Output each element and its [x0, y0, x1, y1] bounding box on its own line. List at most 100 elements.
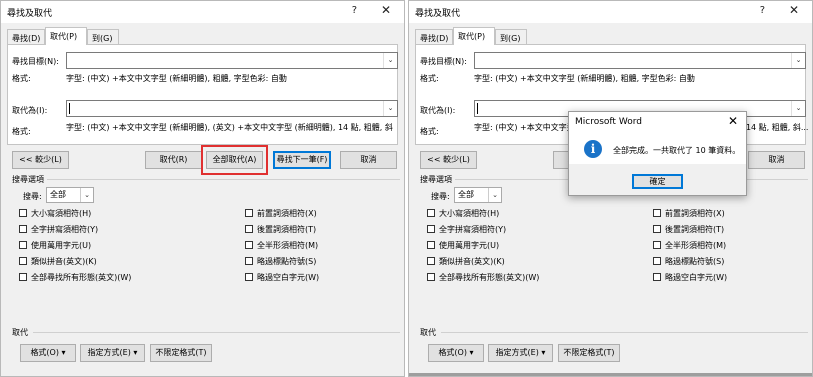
option-checkbox[interactable] — [245, 209, 253, 217]
option-checkbox[interactable] — [653, 257, 661, 265]
chevron-down-icon[interactable]: ⌄ — [383, 101, 397, 116]
option-label[interactable]: 全半形須相符(M) — [665, 240, 726, 251]
divider — [47, 179, 400, 180]
format-button[interactable]: 格式(O) ▾ — [428, 344, 484, 362]
replace-label: 取代為(I): — [420, 106, 456, 115]
option-checkbox[interactable] — [427, 273, 435, 281]
search-direction-select[interactable]: 全部 ⌄ — [46, 187, 94, 203]
option-checkbox[interactable] — [19, 241, 27, 249]
option-label[interactable]: 全字拼寫須相符(Y) — [31, 224, 98, 235]
search-options-title: 搜尋選項 — [12, 175, 44, 184]
close-icon[interactable]: ✕ — [728, 114, 738, 128]
replace-section-title: 取代 — [420, 328, 436, 337]
option-checkbox[interactable] — [245, 273, 253, 281]
chevron-down-icon[interactable]: ⌄ — [791, 53, 805, 68]
divider — [33, 332, 400, 333]
option-label[interactable]: 略過標點符號(S) — [665, 256, 724, 267]
highlight-box — [201, 145, 268, 175]
option-checkbox[interactable] — [245, 225, 253, 233]
no-formatting-button[interactable]: 不限定格式(T) — [150, 344, 212, 362]
option-label[interactable]: 後置詞須相符(T) — [665, 224, 724, 235]
option-checkbox[interactable] — [245, 241, 253, 249]
help-icon[interactable]: ? — [352, 5, 357, 16]
option-label[interactable]: 後置詞須相符(T) — [257, 224, 316, 235]
less-button[interactable]: << 較少(L) — [420, 151, 477, 169]
option-checkbox[interactable] — [653, 241, 661, 249]
replace-format-value: 字型: (中文) +本文中文字型 (新細明體), (英文) +本文中文字型 (新… — [66, 123, 393, 132]
tab-goto[interactable]: 到(G) — [495, 29, 527, 44]
option-label[interactable]: 略過空白字元(W) — [665, 272, 727, 283]
dialog-title: 尋找及取代 — [415, 9, 461, 19]
message-box-title: Microsoft Word — [575, 117, 642, 127]
option-label[interactable]: 全半形須相符(M) — [257, 240, 318, 251]
option-label[interactable]: 類似拼音(英文)(K) — [439, 256, 505, 267]
option-label[interactable]: 大小寫須相符(H) — [439, 208, 499, 219]
option-checkbox[interactable] — [19, 273, 27, 281]
replace-section-title: 取代 — [12, 328, 28, 337]
option-label[interactable]: 前置詞須相符(X) — [665, 208, 725, 219]
chevron-down-icon[interactable]: ⌄ — [383, 53, 397, 68]
option-checkbox[interactable] — [19, 257, 27, 265]
special-button[interactable]: 指定方式(E) ▾ — [80, 344, 145, 362]
option-label[interactable]: 全部尋找所有形態(英文)(W) — [439, 272, 539, 283]
replace-button[interactable]: 取代(R) — [145, 151, 202, 169]
tab-find[interactable]: 尋找(D) — [7, 29, 45, 44]
dialog-title: 尋找及取代 — [7, 9, 53, 19]
find-replace-dialog-left: 尋找及取代 ? ✕ 尋找(D) 取代(P) 到(G) 尋找目標(N): ⌄ 格式… — [0, 0, 405, 377]
title-bar: 尋找及取代 ? ✕ — [409, 1, 812, 23]
information-icon: i — [584, 140, 602, 158]
option-checkbox[interactable] — [427, 257, 435, 265]
find-input[interactable]: ⌄ — [66, 52, 398, 69]
option-label[interactable]: 全部尋找所有形態(英文)(W) — [31, 272, 131, 283]
tab-find[interactable]: 尋找(D) — [415, 29, 453, 44]
option-label[interactable]: 使用萬用字元(U) — [439, 240, 499, 251]
text-caret — [477, 103, 478, 114]
option-checkbox[interactable] — [427, 209, 435, 217]
find-input[interactable]: ⌄ — [474, 52, 806, 69]
option-label[interactable]: 略過空白字元(W) — [257, 272, 319, 283]
option-checkbox[interactable] — [427, 225, 435, 233]
divider — [441, 332, 808, 333]
option-label[interactable]: 使用萬用字元(U) — [31, 240, 91, 251]
find-format-value: 字型: (中文) +本文中文字型 (新細明體), 粗體, 字型色彩: 自動 — [66, 74, 287, 83]
ok-button[interactable]: 確定 — [632, 174, 683, 189]
chevron-down-icon[interactable]: ⌄ — [488, 188, 501, 202]
help-icon[interactable]: ? — [760, 5, 765, 16]
option-checkbox[interactable] — [653, 225, 661, 233]
option-label[interactable]: 大小寫須相符(H) — [31, 208, 91, 219]
find-format-value: 字型: (中文) +本文中文字型 (新細明體), 粗體, 字型色彩: 自動 — [474, 74, 695, 83]
find-next-button[interactable]: 尋找下一筆(F) — [273, 151, 331, 169]
option-checkbox[interactable] — [653, 273, 661, 281]
option-checkbox[interactable] — [653, 209, 661, 217]
search-direction-value: 全部 — [458, 190, 474, 199]
option-label[interactable]: 類似拼音(英文)(K) — [31, 256, 97, 267]
title-bar: 尋找及取代 ? ✕ — [1, 1, 404, 23]
replace-input[interactable]: ⌄ — [66, 100, 398, 117]
format-button[interactable]: 格式(O) ▾ — [20, 344, 76, 362]
option-checkbox[interactable] — [427, 241, 435, 249]
search-direction-value: 全部 — [50, 190, 66, 199]
special-button[interactable]: 指定方式(E) ▾ — [488, 344, 553, 362]
find-label: 尋找目標(N): — [420, 57, 467, 66]
chevron-down-icon[interactable]: ⌄ — [80, 188, 93, 202]
close-icon[interactable]: ✕ — [789, 3, 799, 17]
tab-replace[interactable]: 取代(P) — [453, 27, 495, 45]
option-checkbox[interactable] — [19, 225, 27, 233]
chevron-down-icon[interactable]: ⌄ — [791, 101, 805, 116]
close-icon[interactable]: ✕ — [381, 3, 391, 17]
message-text: 全部完成。一共取代了 10 筆資料。 — [613, 146, 741, 155]
option-label[interactable]: 前置詞須相符(X) — [257, 208, 317, 219]
option-label[interactable]: 略過標點符號(S) — [257, 256, 316, 267]
option-checkbox[interactable] — [19, 209, 27, 217]
tab-replace[interactable]: 取代(P) — [45, 27, 87, 45]
cancel-button[interactable]: 取消 — [748, 151, 805, 169]
option-label[interactable]: 全字拼寫須相符(Y) — [439, 224, 506, 235]
option-checkbox[interactable] — [245, 257, 253, 265]
cancel-button[interactable]: 取消 — [340, 151, 397, 169]
tab-goto[interactable]: 到(G) — [87, 29, 119, 44]
search-direction-select[interactable]: 全部 ⌄ — [454, 187, 502, 203]
message-box: Microsoft Word ✕ i 全部完成。一共取代了 10 筆資料。 確定 — [568, 111, 747, 196]
less-button[interactable]: << 較少(L) — [12, 151, 69, 169]
text-caret — [69, 103, 70, 114]
no-formatting-button[interactable]: 不限定格式(T) — [558, 344, 620, 362]
